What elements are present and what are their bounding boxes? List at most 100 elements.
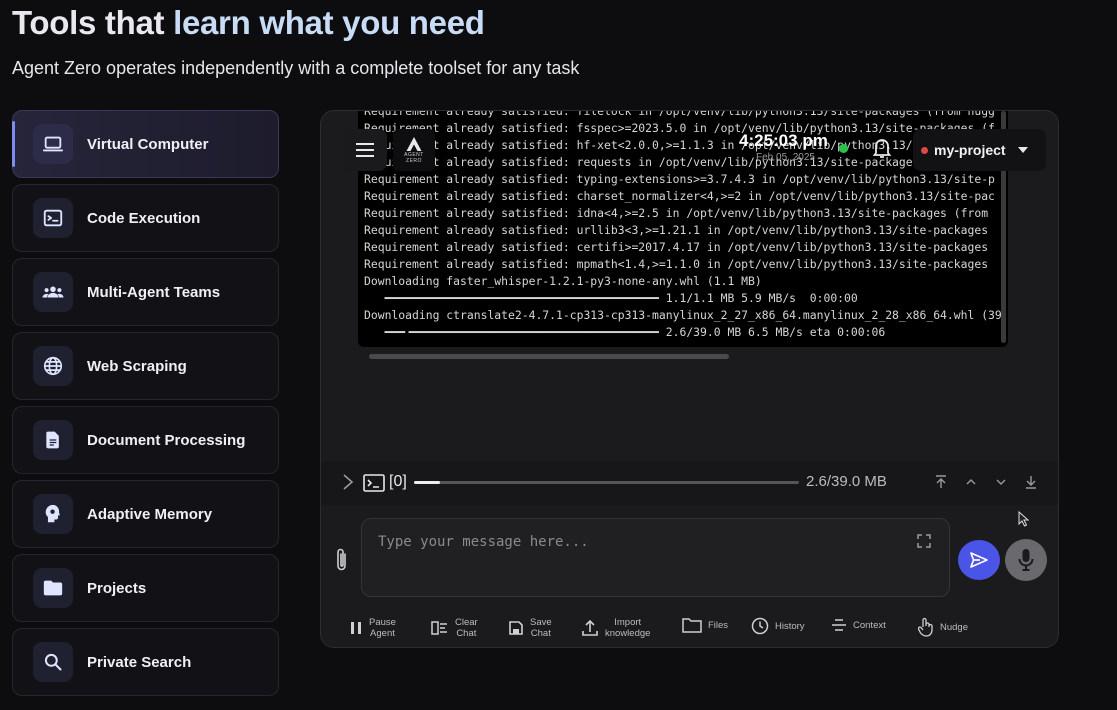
feature-private-search[interactable]: Private Search bbox=[12, 628, 279, 696]
chevron-down-icon bbox=[1017, 147, 1028, 153]
bell-icon bbox=[872, 139, 892, 158]
logo-text-line: ZERO bbox=[406, 158, 422, 164]
terminal-line: Requirement already satisfied: idna<4,>=… bbox=[364, 206, 989, 220]
hamburger-icon bbox=[356, 143, 374, 157]
scroll-down-icon[interactable] bbox=[994, 475, 1008, 489]
terminal-line: Requirement already satisfied: hf-xet<2.… bbox=[364, 138, 1002, 152]
context-button[interactable]: Context bbox=[831, 617, 886, 633]
process-index: [0] bbox=[389, 473, 407, 490]
tool-label: Pause Agent bbox=[369, 617, 396, 639]
terminal-line: Requirement already satisfied: filelock … bbox=[364, 111, 995, 118]
logo-mark-icon bbox=[406, 137, 422, 151]
notifications-button[interactable] bbox=[872, 137, 892, 164]
message-input-box bbox=[361, 518, 950, 597]
date: Feb 05, 2025 bbox=[756, 152, 815, 163]
feature-multi-agent-teams[interactable]: Multi-Agent Teams bbox=[12, 258, 279, 326]
terminal-line: Downloading faster_whisper-1.2.1-py3-non… bbox=[364, 274, 762, 288]
feature-projects[interactable]: Projects bbox=[12, 554, 279, 622]
menu-button[interactable] bbox=[343, 129, 387, 171]
pause-icon bbox=[351, 622, 361, 634]
terminal-line: Requirement already satisfied: urllib3<3… bbox=[364, 223, 989, 237]
feature-label: Private Search bbox=[87, 653, 192, 671]
scroll-up-icon[interactable] bbox=[964, 475, 978, 489]
terminal-line: Requirement already satisfied: charset_n… bbox=[364, 189, 995, 203]
scroll-bottom-icon[interactable] bbox=[1024, 475, 1038, 489]
terminal-line: ━━━━━━━━━━━━━━━━━━━━━━━━━━━━━━━━━━━━━━━━… bbox=[364, 291, 858, 305]
terminal-line: Requirement already satisfied: typing-ex… bbox=[364, 172, 995, 186]
hero-subtitle: Agent Zero operates independently with a… bbox=[12, 58, 580, 78]
history-button[interactable]: History bbox=[751, 617, 805, 635]
hand-icon bbox=[918, 617, 933, 637]
agent-zero-logo: AGENT ZERO bbox=[393, 129, 435, 171]
microphone-button[interactable] bbox=[1005, 539, 1047, 581]
globe-icon bbox=[33, 346, 73, 386]
send-button[interactable] bbox=[958, 540, 1000, 580]
clock: 4:25:03 pm bbox=[739, 131, 828, 150]
tool-label: Import knowledge bbox=[605, 617, 651, 639]
expand-input-icon[interactable] bbox=[917, 534, 931, 548]
paperclip-icon[interactable] bbox=[335, 547, 349, 573]
project-name: my-project bbox=[934, 142, 1006, 158]
search-icon bbox=[33, 642, 73, 682]
terminal-line: Requirement already satisfied: fsspec>=2… bbox=[364, 121, 995, 135]
group-icon bbox=[33, 272, 73, 312]
save-icon bbox=[509, 621, 523, 635]
import-knowledge-button[interactable]: Import knowledge bbox=[581, 617, 650, 639]
tool-label: Context bbox=[853, 619, 886, 631]
terminal-text: Requirement already satisfied: filelock … bbox=[358, 111, 1008, 341]
feature-label: Multi-Agent Teams bbox=[87, 283, 221, 301]
project-status-dot bbox=[921, 146, 928, 154]
clear-chat-icon bbox=[431, 621, 447, 635]
terminal-line: Requirement already satisfied: certifi>=… bbox=[364, 240, 989, 254]
upload-icon bbox=[582, 619, 598, 636]
feature-label: Document Processing bbox=[87, 431, 246, 449]
connection-status-dot bbox=[839, 144, 848, 153]
terminal-line: Requirement already satisfied: mpmath<1.… bbox=[364, 257, 989, 271]
feature-code-execution[interactable]: Code Execution bbox=[12, 184, 279, 252]
terminal-horizontal-scrollbar[interactable] bbox=[369, 354, 729, 359]
send-icon bbox=[970, 552, 988, 568]
context-icon bbox=[832, 619, 846, 631]
pause-agent-button[interactable]: Pause Agent bbox=[349, 617, 396, 639]
tool-label: Clear Chat bbox=[455, 617, 478, 639]
laptop-icon bbox=[33, 124, 73, 164]
mouse-cursor-icon bbox=[1018, 511, 1030, 527]
terminal-line: Downloading ctranslate2-4.7.1-cp313-cp31… bbox=[364, 308, 1008, 322]
feature-label: Web Scraping bbox=[87, 357, 187, 375]
microphone-icon bbox=[1018, 549, 1034, 571]
terminal-line: ━━━╺━━━━━━━━━━━━━━━━━━━━━━━━━━━━━━━━━━━━… bbox=[364, 325, 886, 339]
hero-title-accent: learn what you need bbox=[173, 4, 485, 41]
feature-label: Code Execution bbox=[87, 209, 201, 227]
document-icon bbox=[33, 420, 73, 460]
download-progress-fill bbox=[414, 481, 440, 484]
scroll-top-icon[interactable] bbox=[934, 475, 948, 489]
feature-label: Projects bbox=[87, 579, 147, 597]
project-selector[interactable]: my-project bbox=[913, 129, 1046, 171]
download-size: 2.6/39.0 MB bbox=[806, 473, 887, 490]
tool-label: History bbox=[775, 620, 805, 632]
tool-label: Files bbox=[708, 619, 729, 631]
expand-chevron-icon[interactable] bbox=[341, 472, 355, 492]
feature-list: Virtual Computer Code Execution Multi-Ag… bbox=[12, 110, 279, 702]
message-input[interactable] bbox=[362, 519, 949, 596]
terminal-icon bbox=[363, 474, 385, 492]
feature-label: Virtual Computer bbox=[87, 135, 209, 153]
feature-adaptive-memory[interactable]: Adaptive Memory bbox=[12, 480, 279, 548]
download-progress-bar bbox=[414, 481, 799, 484]
feature-web-scraping[interactable]: Web Scraping bbox=[12, 332, 279, 400]
history-icon bbox=[751, 617, 769, 635]
brain-icon bbox=[33, 494, 73, 534]
nudge-button[interactable]: Nudge bbox=[918, 617, 968, 637]
files-button[interactable]: Files bbox=[682, 617, 728, 633]
terminal-line: Requirement already satisfied: requests … bbox=[364, 155, 920, 169]
terminal-icon bbox=[33, 198, 73, 238]
tool-label: Nudge bbox=[940, 621, 968, 633]
hero-title: Tools that learn what you need bbox=[12, 4, 485, 42]
save-chat-button[interactable]: Save Chat bbox=[508, 617, 552, 639]
chat-toolbar: Pause Agent Clear Chat Save Chat Import … bbox=[321, 611, 1058, 647]
feature-document-processing[interactable]: Document Processing bbox=[12, 406, 279, 474]
clear-chat-button[interactable]: Clear Chat bbox=[431, 617, 478, 639]
feature-virtual-computer[interactable]: Virtual Computer bbox=[12, 110, 279, 178]
terminal-output[interactable]: Requirement already satisfied: filelock … bbox=[358, 111, 1008, 347]
feature-label: Adaptive Memory bbox=[87, 505, 213, 523]
